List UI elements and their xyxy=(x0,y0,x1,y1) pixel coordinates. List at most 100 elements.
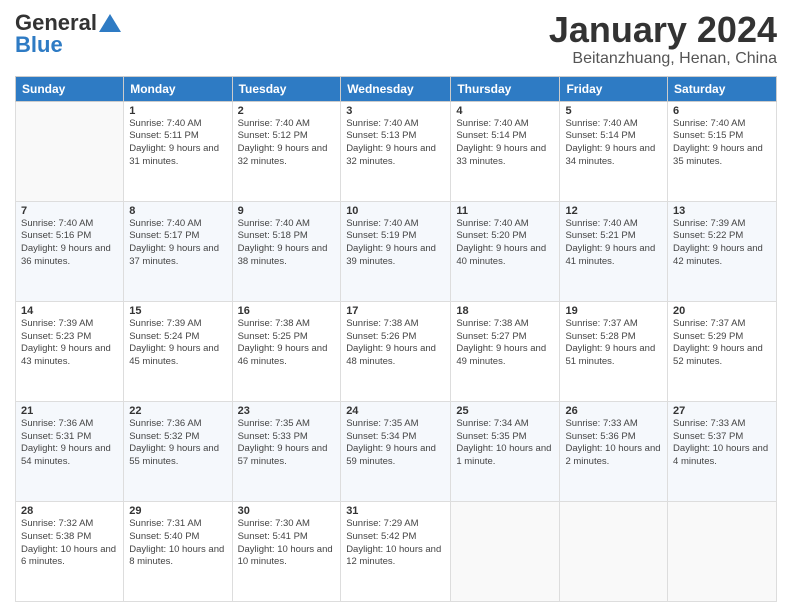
day-cell xyxy=(668,501,777,601)
col-header-tuesday: Tuesday xyxy=(232,76,341,101)
col-header-wednesday: Wednesday xyxy=(341,76,451,101)
day-number: 22 xyxy=(129,405,226,417)
logo-blue: Blue xyxy=(15,32,63,58)
day-info: Sunrise: 7:40 AMSunset: 5:19 PMDaylight:… xyxy=(346,218,445,269)
col-header-friday: Friday xyxy=(560,76,668,101)
day-cell: 4Sunrise: 7:40 AMSunset: 5:14 PMDaylight… xyxy=(451,101,560,201)
day-cell: 22Sunrise: 7:36 AMSunset: 5:32 PMDayligh… xyxy=(124,401,232,501)
week-row-1: 7Sunrise: 7:40 AMSunset: 5:16 PMDaylight… xyxy=(16,201,777,301)
day-number: 20 xyxy=(673,305,771,317)
title-block: January 2024 Beitanzhuang, Henan, China xyxy=(549,10,777,68)
header-row: SundayMondayTuesdayWednesdayThursdayFrid… xyxy=(16,76,777,101)
day-number: 16 xyxy=(238,305,336,317)
day-number: 17 xyxy=(346,305,445,317)
day-cell: 21Sunrise: 7:36 AMSunset: 5:31 PMDayligh… xyxy=(16,401,124,501)
header: General Blue January 2024 Beitanzhuang, … xyxy=(15,10,777,68)
day-cell: 25Sunrise: 7:34 AMSunset: 5:35 PMDayligh… xyxy=(451,401,560,501)
day-cell: 24Sunrise: 7:35 AMSunset: 5:34 PMDayligh… xyxy=(341,401,451,501)
day-number: 28 xyxy=(21,505,118,517)
day-cell: 6Sunrise: 7:40 AMSunset: 5:15 PMDaylight… xyxy=(668,101,777,201)
day-info: Sunrise: 7:30 AMSunset: 5:41 PMDaylight:… xyxy=(238,518,336,569)
day-number: 3 xyxy=(346,105,445,117)
day-cell: 17Sunrise: 7:38 AMSunset: 5:26 PMDayligh… xyxy=(341,301,451,401)
day-number: 6 xyxy=(673,105,771,117)
day-info: Sunrise: 7:40 AMSunset: 5:12 PMDaylight:… xyxy=(238,118,336,169)
logo-icon xyxy=(99,14,121,32)
day-info: Sunrise: 7:38 AMSunset: 5:27 PMDaylight:… xyxy=(456,318,554,369)
day-number: 19 xyxy=(565,305,662,317)
day-cell xyxy=(560,501,668,601)
day-cell xyxy=(16,101,124,201)
day-info: Sunrise: 7:35 AMSunset: 5:34 PMDaylight:… xyxy=(346,418,445,469)
day-number: 14 xyxy=(21,305,118,317)
day-cell: 12Sunrise: 7:40 AMSunset: 5:21 PMDayligh… xyxy=(560,201,668,301)
day-cell: 28Sunrise: 7:32 AMSunset: 5:38 PMDayligh… xyxy=(16,501,124,601)
day-info: Sunrise: 7:40 AMSunset: 5:18 PMDaylight:… xyxy=(238,218,336,269)
page: General Blue January 2024 Beitanzhuang, … xyxy=(0,0,792,612)
day-info: Sunrise: 7:35 AMSunset: 5:33 PMDaylight:… xyxy=(238,418,336,469)
day-cell: 7Sunrise: 7:40 AMSunset: 5:16 PMDaylight… xyxy=(16,201,124,301)
day-cell: 27Sunrise: 7:33 AMSunset: 5:37 PMDayligh… xyxy=(668,401,777,501)
day-cell: 29Sunrise: 7:31 AMSunset: 5:40 PMDayligh… xyxy=(124,501,232,601)
day-cell: 11Sunrise: 7:40 AMSunset: 5:20 PMDayligh… xyxy=(451,201,560,301)
day-number: 24 xyxy=(346,405,445,417)
day-cell: 8Sunrise: 7:40 AMSunset: 5:17 PMDaylight… xyxy=(124,201,232,301)
day-info: Sunrise: 7:40 AMSunset: 5:13 PMDaylight:… xyxy=(346,118,445,169)
day-info: Sunrise: 7:40 AMSunset: 5:15 PMDaylight:… xyxy=(673,118,771,169)
logo: General Blue xyxy=(15,10,121,58)
day-cell: 23Sunrise: 7:35 AMSunset: 5:33 PMDayligh… xyxy=(232,401,341,501)
day-cell: 9Sunrise: 7:40 AMSunset: 5:18 PMDaylight… xyxy=(232,201,341,301)
week-row-2: 14Sunrise: 7:39 AMSunset: 5:23 PMDayligh… xyxy=(16,301,777,401)
day-number: 13 xyxy=(673,205,771,217)
day-number: 2 xyxy=(238,105,336,117)
week-row-4: 28Sunrise: 7:32 AMSunset: 5:38 PMDayligh… xyxy=(16,501,777,601)
location: Beitanzhuang, Henan, China xyxy=(549,50,777,68)
day-info: Sunrise: 7:40 AMSunset: 5:21 PMDaylight:… xyxy=(565,218,662,269)
day-info: Sunrise: 7:31 AMSunset: 5:40 PMDaylight:… xyxy=(129,518,226,569)
day-info: Sunrise: 7:39 AMSunset: 5:23 PMDaylight:… xyxy=(21,318,118,369)
day-info: Sunrise: 7:40 AMSunset: 5:11 PMDaylight:… xyxy=(129,118,226,169)
day-info: Sunrise: 7:33 AMSunset: 5:36 PMDaylight:… xyxy=(565,418,662,469)
day-number: 30 xyxy=(238,505,336,517)
day-cell: 30Sunrise: 7:30 AMSunset: 5:41 PMDayligh… xyxy=(232,501,341,601)
day-cell: 14Sunrise: 7:39 AMSunset: 5:23 PMDayligh… xyxy=(16,301,124,401)
day-cell: 10Sunrise: 7:40 AMSunset: 5:19 PMDayligh… xyxy=(341,201,451,301)
day-number: 29 xyxy=(129,505,226,517)
day-info: Sunrise: 7:40 AMSunset: 5:14 PMDaylight:… xyxy=(565,118,662,169)
col-header-monday: Monday xyxy=(124,76,232,101)
day-number: 8 xyxy=(129,205,226,217)
day-info: Sunrise: 7:40 AMSunset: 5:14 PMDaylight:… xyxy=(456,118,554,169)
day-info: Sunrise: 7:34 AMSunset: 5:35 PMDaylight:… xyxy=(456,418,554,469)
day-info: Sunrise: 7:38 AMSunset: 5:26 PMDaylight:… xyxy=(346,318,445,369)
day-number: 1 xyxy=(129,105,226,117)
day-cell: 26Sunrise: 7:33 AMSunset: 5:36 PMDayligh… xyxy=(560,401,668,501)
col-header-thursday: Thursday xyxy=(451,76,560,101)
day-cell: 2Sunrise: 7:40 AMSunset: 5:12 PMDaylight… xyxy=(232,101,341,201)
day-number: 27 xyxy=(673,405,771,417)
day-info: Sunrise: 7:39 AMSunset: 5:22 PMDaylight:… xyxy=(673,218,771,269)
day-number: 9 xyxy=(238,205,336,217)
day-number: 7 xyxy=(21,205,118,217)
day-cell: 19Sunrise: 7:37 AMSunset: 5:28 PMDayligh… xyxy=(560,301,668,401)
day-number: 21 xyxy=(21,405,118,417)
day-info: Sunrise: 7:40 AMSunset: 5:17 PMDaylight:… xyxy=(129,218,226,269)
col-header-sunday: Sunday xyxy=(16,76,124,101)
day-cell: 16Sunrise: 7:38 AMSunset: 5:25 PMDayligh… xyxy=(232,301,341,401)
day-info: Sunrise: 7:36 AMSunset: 5:31 PMDaylight:… xyxy=(21,418,118,469)
day-cell: 15Sunrise: 7:39 AMSunset: 5:24 PMDayligh… xyxy=(124,301,232,401)
day-cell xyxy=(451,501,560,601)
day-number: 25 xyxy=(456,405,554,417)
day-info: Sunrise: 7:32 AMSunset: 5:38 PMDaylight:… xyxy=(21,518,118,569)
day-info: Sunrise: 7:38 AMSunset: 5:25 PMDaylight:… xyxy=(238,318,336,369)
day-number: 26 xyxy=(565,405,662,417)
day-info: Sunrise: 7:40 AMSunset: 5:16 PMDaylight:… xyxy=(21,218,118,269)
day-info: Sunrise: 7:37 AMSunset: 5:28 PMDaylight:… xyxy=(565,318,662,369)
day-number: 5 xyxy=(565,105,662,117)
day-number: 18 xyxy=(456,305,554,317)
day-info: Sunrise: 7:36 AMSunset: 5:32 PMDaylight:… xyxy=(129,418,226,469)
col-header-saturday: Saturday xyxy=(668,76,777,101)
day-number: 12 xyxy=(565,205,662,217)
day-cell: 18Sunrise: 7:38 AMSunset: 5:27 PMDayligh… xyxy=(451,301,560,401)
day-info: Sunrise: 7:40 AMSunset: 5:20 PMDaylight:… xyxy=(456,218,554,269)
calendar-table: SundayMondayTuesdayWednesdayThursdayFrid… xyxy=(15,76,777,602)
